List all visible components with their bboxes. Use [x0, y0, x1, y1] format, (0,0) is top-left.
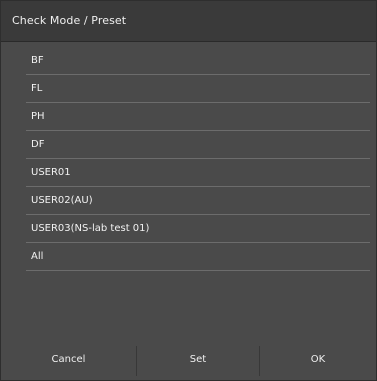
- preset-list: BF FL PH DF USER01 USER02(AU) USER03(NS-…: [26, 47, 370, 271]
- preset-item-user03[interactable]: USER03(NS-lab test 01): [26, 215, 370, 243]
- dialog-title: Check Mode / Preset: [12, 14, 127, 27]
- preset-item-user02[interactable]: USER02(AU): [26, 187, 370, 215]
- dialog-titlebar: Check Mode / Preset: [1, 1, 376, 42]
- dialog-footer: Cancel Set OK: [1, 338, 376, 380]
- preset-item-label: BF: [31, 55, 44, 66]
- preset-item-label: USER02(AU): [31, 195, 93, 206]
- preset-item-label: DF: [31, 139, 45, 150]
- preset-item-user01[interactable]: USER01: [26, 159, 370, 187]
- preset-item-label: PH: [31, 111, 45, 122]
- preset-item-label: All: [31, 251, 44, 262]
- preset-item-all[interactable]: All: [26, 243, 370, 271]
- preset-item-ph[interactable]: PH: [26, 103, 370, 131]
- ok-button[interactable]: OK: [260, 338, 376, 380]
- preset-item-bf[interactable]: BF: [26, 47, 370, 75]
- set-button[interactable]: Set: [137, 338, 259, 380]
- preset-item-fl[interactable]: FL: [26, 75, 370, 103]
- preset-item-label: USER01: [31, 167, 71, 178]
- cancel-button[interactable]: Cancel: [1, 338, 136, 380]
- preset-item-label: USER03(NS-lab test 01): [31, 223, 150, 234]
- check-mode-preset-dialog: Check Mode / Preset BF FL PH DF USER01 U…: [0, 0, 377, 381]
- preset-item-df[interactable]: DF: [26, 131, 370, 159]
- preset-item-label: FL: [31, 83, 43, 94]
